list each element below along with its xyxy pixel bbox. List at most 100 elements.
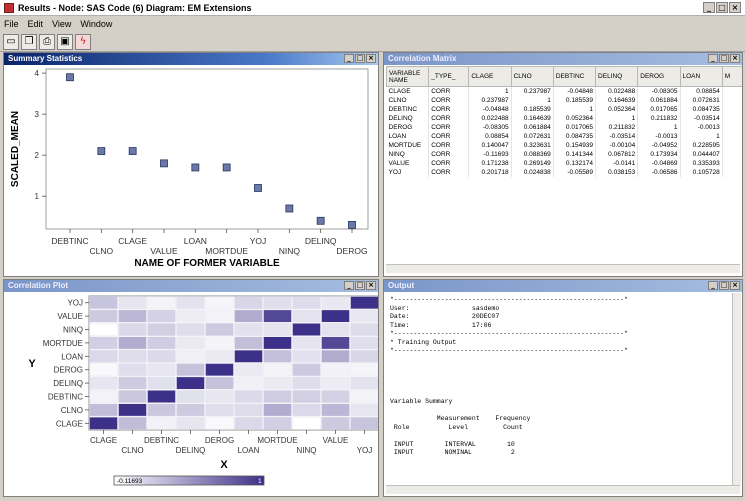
column-header[interactable]: _TYPE_	[428, 66, 470, 87]
x-tick-label: CLNO	[90, 246, 114, 256]
menu-edit[interactable]: Edit	[28, 19, 44, 29]
y-tick-label: 4	[35, 69, 40, 78]
menu-window[interactable]: Window	[80, 19, 112, 29]
table-cell: 0.237987	[468, 95, 512, 105]
new-icon[interactable]: ▭	[3, 33, 19, 50]
table-cell: 0.154939	[553, 140, 597, 150]
data-point	[254, 184, 262, 192]
table-cell: VALUE	[386, 158, 430, 168]
close-icon[interactable]: ×	[729, 2, 741, 13]
horizontal-scrollbar[interactable]	[386, 485, 740, 494]
heatmap-cell	[263, 349, 292, 363]
close-icon[interactable]: ×	[366, 54, 376, 63]
table-row[interactable]: DEBTINC CORR -0.04848 0.185539 1 0.052364 0.01…	[386, 104, 742, 114]
heatmap-cell	[350, 309, 378, 323]
heatmap-cell	[292, 309, 321, 323]
panel-controls: _ □ ×	[344, 281, 376, 290]
table-row[interactable]: NINQ CORR -0.11693 0.088369 0.141344 0.067812…	[386, 149, 742, 159]
heatmap-cell	[292, 376, 321, 390]
maximize-icon[interactable]: □	[355, 281, 365, 290]
heatmap-cell	[263, 336, 292, 350]
copy-icon[interactable]: ❐	[21, 33, 37, 50]
menu-file[interactable]: File	[4, 19, 19, 29]
table-row[interactable]: LOAN CORR 0.08854 0.072631 0.084735 -0.03514-…	[386, 131, 742, 141]
table-cell: -0.04869	[637, 158, 681, 168]
maximize-icon[interactable]: □	[355, 54, 365, 63]
table-cell: 0.061884	[637, 95, 681, 105]
heatmap-cell	[292, 323, 321, 336]
table-row[interactable]: DELINQ CORR 0.022488 0.164639 0.052364 1 0.211…	[386, 113, 742, 123]
vertical-scrollbar[interactable]	[732, 293, 741, 485]
y-tick-label: DEBTINC	[48, 393, 83, 402]
minimize-icon[interactable]: _	[344, 281, 354, 290]
restore-icon[interactable]: □	[716, 2, 728, 13]
column-header[interactable]: DEBTINC	[552, 66, 597, 87]
table-cell: CORR	[428, 104, 470, 114]
minimize-icon[interactable]: _	[703, 2, 715, 13]
column-header[interactable]: CLAGE	[468, 66, 512, 87]
minimize-icon[interactable]: _	[708, 281, 718, 290]
table-cell: NINQ	[386, 149, 430, 159]
maximize-icon[interactable]: □	[719, 281, 729, 290]
heatmap-cell	[234, 403, 263, 417]
table-cell: CORR	[428, 167, 470, 177]
table-cell: CORR	[428, 86, 470, 96]
output-line: INPUT INTERVAL 10	[390, 440, 515, 448]
panel-title: Summary Statistics	[8, 54, 83, 63]
table-cell: 0.211832	[637, 113, 681, 123]
heatmap-cell	[118, 416, 147, 430]
column-header[interactable]: VARIABLE NAME	[385, 66, 430, 87]
table-cell	[722, 113, 742, 123]
table-cell: DEBTINC	[386, 104, 430, 114]
heatmap-cell	[118, 336, 147, 350]
heatmap-cell	[89, 309, 118, 323]
sas-icon[interactable]: ϟ	[75, 33, 91, 50]
x-tick-label: VALUE	[323, 436, 349, 445]
data-point	[128, 147, 137, 155]
heatmap-cell	[321, 323, 350, 336]
print-icon[interactable]: ⎙	[39, 33, 55, 50]
heatmap-cell	[263, 309, 292, 323]
table-cell: 0.084735	[680, 104, 723, 114]
panel-title: Output	[388, 281, 415, 290]
y-tick-label: VALUE	[57, 312, 83, 321]
y-tick-label: 3	[35, 110, 40, 119]
menu-view[interactable]: View	[52, 19, 71, 29]
close-icon[interactable]: ×	[730, 281, 740, 290]
heatmap-cell	[176, 336, 205, 350]
close-icon[interactable]: ×	[366, 281, 376, 290]
column-header[interactable]: DELINQ	[595, 66, 639, 87]
table-cell: 0.088369	[511, 149, 554, 159]
output-line: Role Level Count	[390, 423, 523, 431]
table-row[interactable]: CLNO CORR 0.237987 1 0.185539 0.164639 0.06188…	[386, 95, 742, 105]
heatmap-cell	[89, 296, 118, 310]
x-tick-label: DEBTINC	[51, 236, 88, 246]
table-row[interactable]: DEROG CORR -0.08305 0.061884 0.017065 0.21183…	[386, 122, 742, 132]
output-line: *---------------------------------------…	[390, 330, 628, 337]
minimize-icon[interactable]: _	[344, 54, 354, 63]
horizontal-scrollbar[interactable]	[386, 264, 740, 273]
table-row[interactable]: CLAGE CORR 1 0.237987 -0.04848 0.022488 -0.083…	[386, 86, 742, 96]
column-header[interactable]: DEROG	[637, 66, 681, 87]
table-cell: 0.017065	[637, 104, 681, 114]
column-header[interactable]: M	[721, 66, 742, 87]
table-row[interactable]: MORTDUE CORR 0.140047 0.323631 0.154939 -0.00…	[386, 140, 742, 150]
table-cell	[722, 104, 742, 114]
table-row[interactable]: VALUE CORR 0.171238 0.269149 0.132174 -0.0141…	[386, 158, 742, 168]
maximize-icon[interactable]: □	[719, 54, 729, 63]
heatmap-cell	[118, 376, 147, 390]
x-tick-label: NINQ	[297, 446, 317, 455]
minimize-icon[interactable]: _	[708, 54, 718, 63]
correlation-matrix-panel: Correlation Matrix _ □ × VARIABLE NAME _T…	[383, 52, 743, 277]
column-header[interactable]: LOAN	[679, 66, 723, 87]
table-cell: MORTDUE	[386, 140, 430, 150]
column-header[interactable]: CLNO	[510, 66, 554, 87]
close-icon[interactable]: ×	[730, 54, 740, 63]
table-row[interactable]: YOJ CORR 0.201718 0.024838 -0.05589 0.038153-…	[386, 167, 742, 177]
table-cell: DELINQ	[386, 113, 430, 123]
heatmap-cell	[176, 376, 205, 390]
y-tick-label: CLNO	[61, 406, 83, 415]
save-icon[interactable]: ▣	[57, 33, 73, 50]
x-tick-label: CLAGE	[90, 436, 117, 445]
